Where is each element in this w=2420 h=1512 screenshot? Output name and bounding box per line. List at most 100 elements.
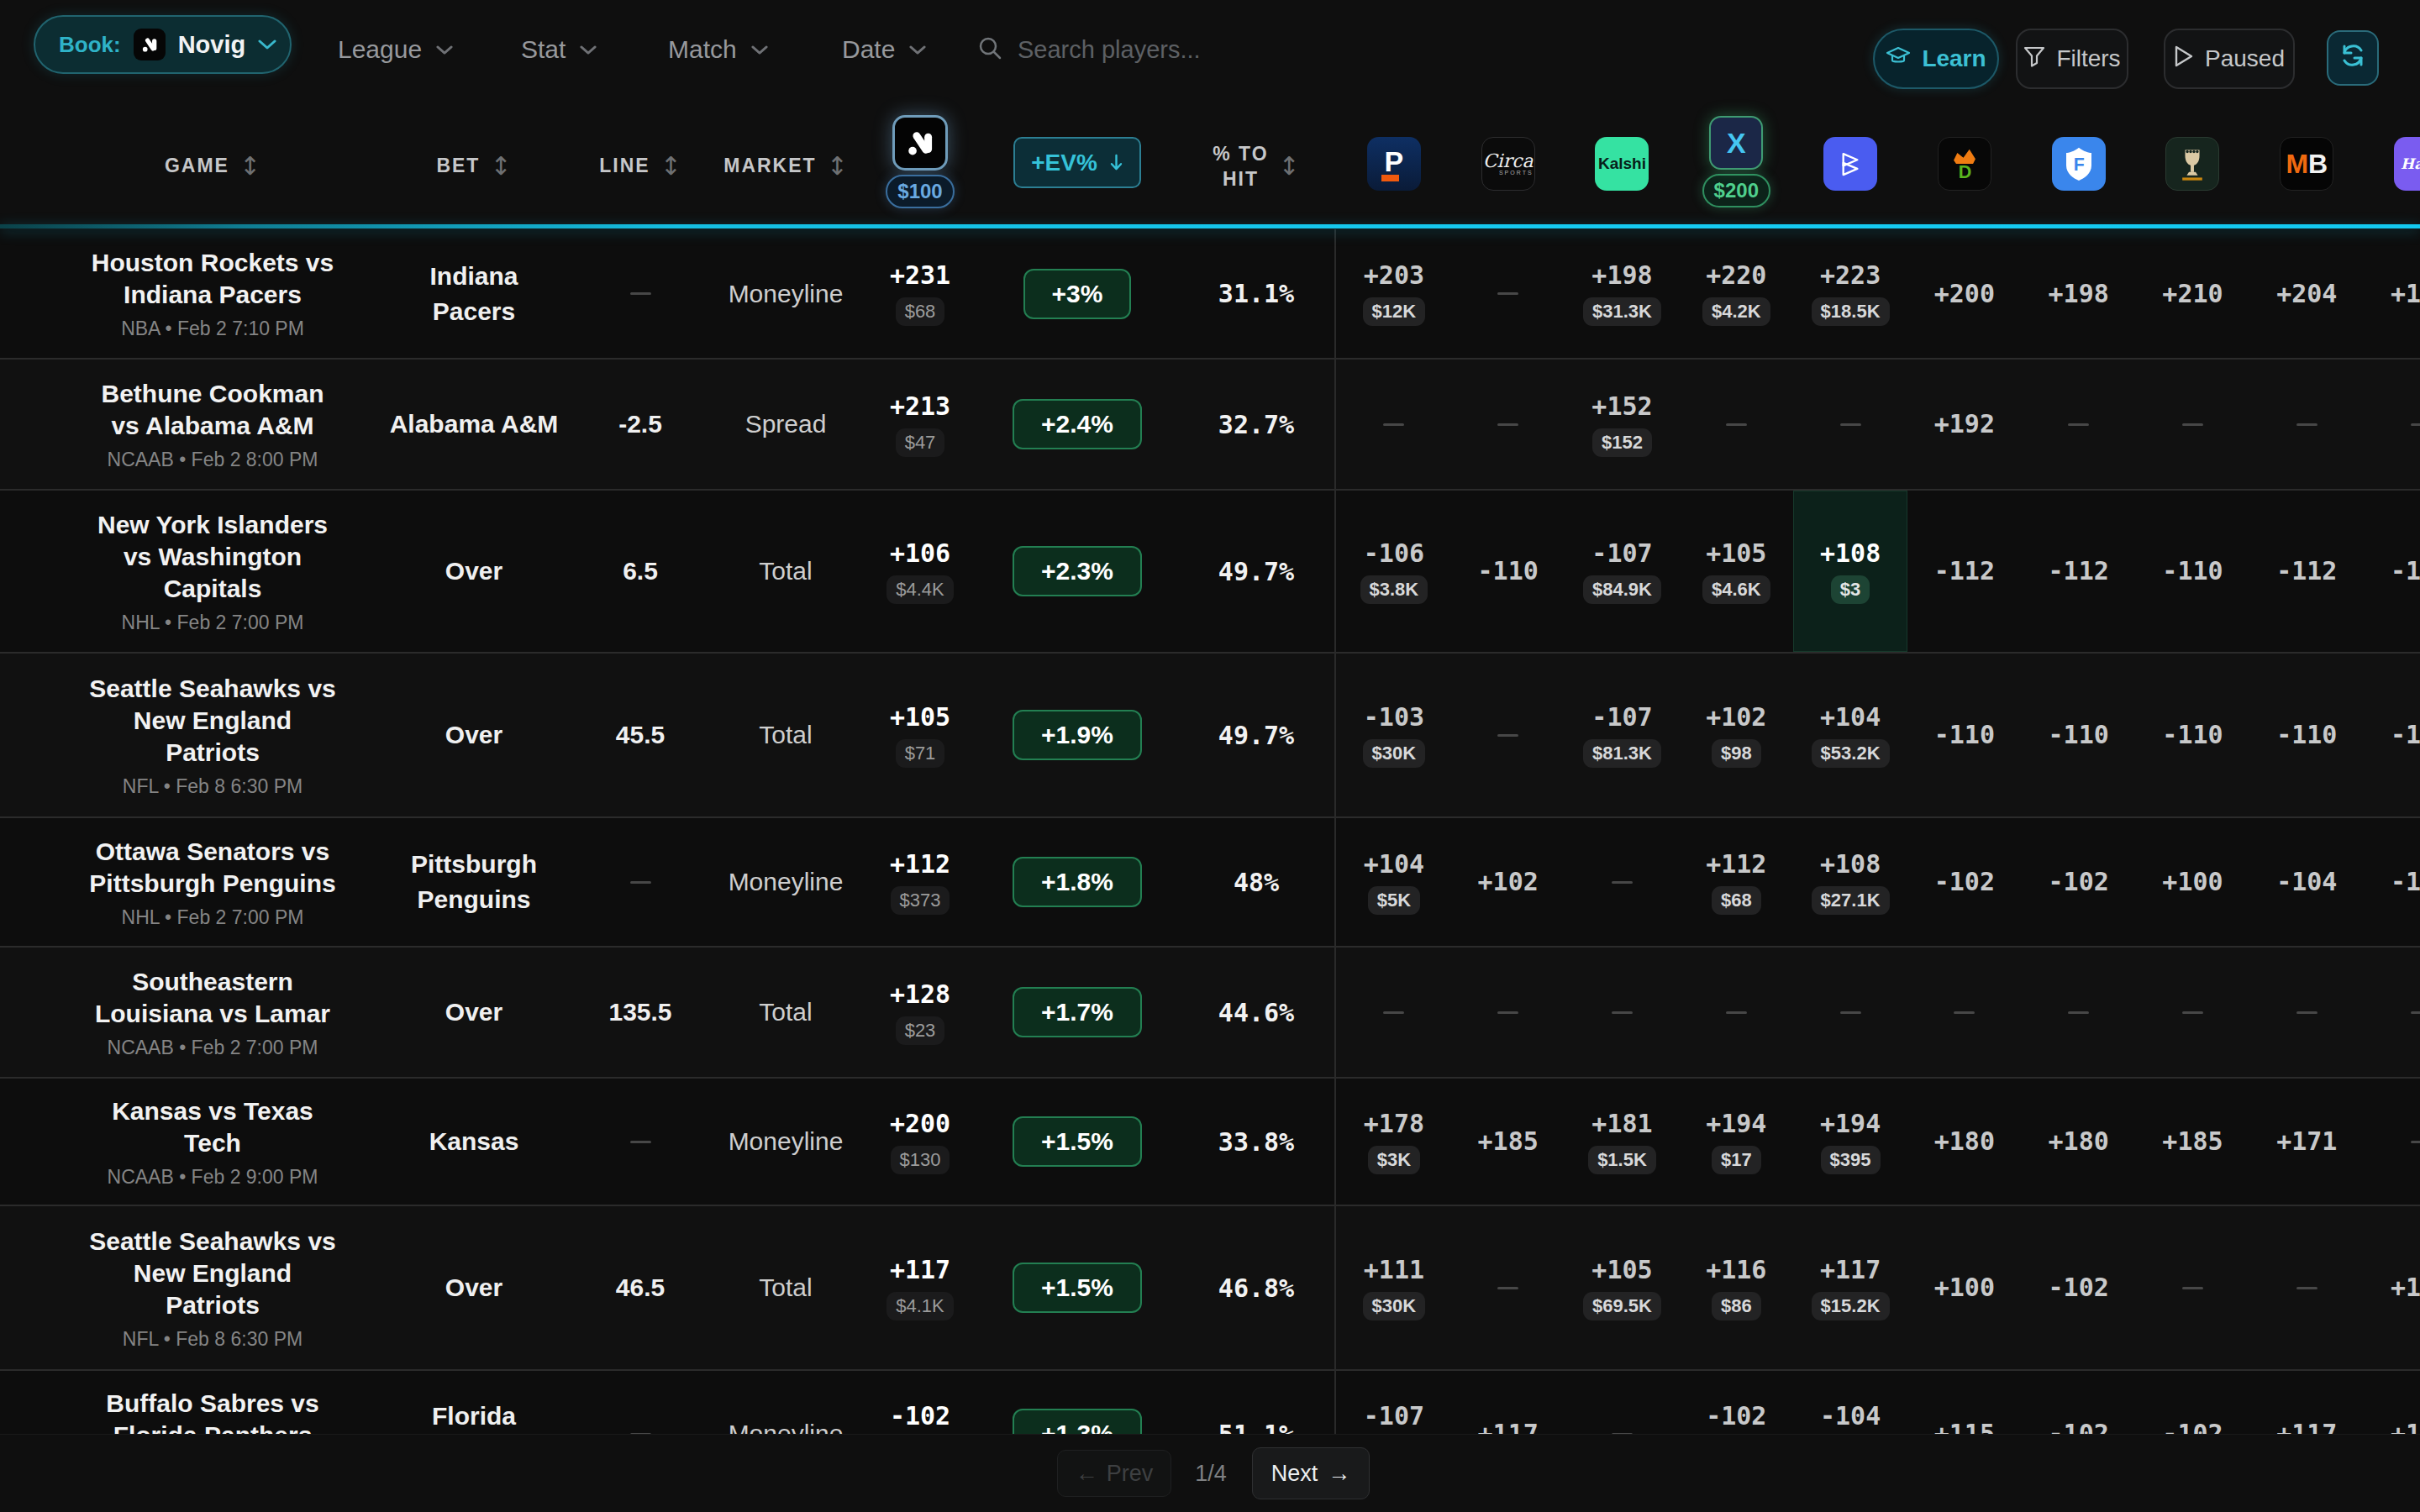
book-odds-cell[interactable]: -110 (2022, 654, 2136, 816)
book-odds-cell[interactable] (2136, 1206, 2250, 1369)
column-header-hit[interactable]: % TO HIT ↕ (1178, 99, 1334, 224)
game-cell[interactable]: Kansas vs TexasTech NCAAB • Feb 2 9:00 P… (0, 1079, 375, 1205)
book-odds-cell[interactable]: -112 (2022, 491, 2136, 652)
book-odds-cell[interactable]: +180 (1907, 1079, 2022, 1205)
prizepicks-book-icon[interactable]: P (1367, 137, 1421, 191)
x-book-icon[interactable]: X (1709, 116, 1763, 170)
book-odds-cell[interactable]: +112$68 (1679, 818, 1793, 946)
book-odds-cell[interactable]: -103$30K (1337, 654, 1451, 816)
book-odds-cell[interactable] (1793, 948, 1907, 1077)
book-odds-cell[interactable]: +102$98 (1679, 654, 1793, 816)
book-odds-cell[interactable]: +198 (2364, 229, 2420, 358)
book-odds-cell[interactable]: +192 (1907, 360, 2022, 489)
book-odds-cell[interactable] (2022, 360, 2136, 489)
book-odds-cell[interactable]: -102 (2022, 1206, 2136, 1369)
hardrock-book-icon[interactable]: Hard (2394, 137, 2420, 191)
book-odds-cell[interactable] (1565, 818, 1680, 946)
book-odds-cell[interactable]: +203$12K (1337, 229, 1451, 358)
book-odds-cell[interactable]: -107$81.3K (1565, 654, 1680, 816)
kalshi-book-icon[interactable]: Kalshi (1595, 137, 1649, 191)
book-odds-cell[interactable] (1565, 948, 1680, 1077)
book-odds-cell[interactable]: +181$1.5K (1565, 1079, 1680, 1205)
book-odds-cell[interactable]: +194$395 (1793, 1079, 1907, 1205)
novig-odds-cell[interactable]: +106 $4.4K (864, 491, 976, 652)
book-odds-cell[interactable]: -110 (1451, 491, 1565, 652)
draftkings-book-icon[interactable]: D (1938, 137, 1991, 191)
paused-button[interactable]: Paused (2164, 29, 2295, 89)
book-odds-cell[interactable]: +200 (1907, 229, 2022, 358)
book-odds-cell[interactable] (1451, 654, 1565, 816)
book-odds-cell[interactable]: +185 (2136, 1079, 2250, 1205)
book-odds-cell[interactable]: +210 (2136, 229, 2250, 358)
chalice-book-icon[interactable] (2165, 137, 2219, 191)
book-odds-cell[interactable]: +100 (2364, 1206, 2420, 1369)
fanduel-book-icon[interactable]: F (2052, 137, 2106, 191)
mb-book-icon[interactable]: MB (2280, 137, 2333, 191)
book-odds-cell[interactable] (1337, 948, 1451, 1077)
book-odds-cell[interactable]: -104 (2364, 818, 2420, 946)
book-odds-cell[interactable]: +108$27.1K (1793, 818, 1907, 946)
novig-odds-cell[interactable]: +200 $130 (864, 1079, 976, 1205)
book-odds-cell[interactable]: +108$3 (1793, 491, 1907, 652)
book-odds-cell[interactable]: -112 (1907, 491, 2022, 652)
game-cell[interactable]: Seattle Seahawks vsNew EnglandPatriots N… (0, 1206, 375, 1369)
game-cell[interactable]: Seattle Seahawks vsNew EnglandPatriots N… (0, 654, 375, 816)
filters-button[interactable]: Filters (2016, 29, 2128, 89)
book-odds-cell[interactable]: +198$31.3K (1565, 229, 1680, 358)
novig-odds-cell[interactable]: +117 $4.1K (864, 1206, 976, 1369)
book-odds-cell[interactable]: -104 (2249, 818, 2364, 946)
book-odds-cell[interactable]: +111$30K (1337, 1206, 1451, 1369)
refresh-button[interactable] (2327, 30, 2379, 86)
book-odds-cell[interactable] (1793, 360, 1907, 489)
column-header-line[interactable]: LINE ↕ (573, 99, 708, 224)
book-odds-cell[interactable]: +117$15.2K (1793, 1206, 1907, 1369)
game-cell[interactable]: Ottawa Senators vsPittsburgh Penguins NH… (0, 818, 375, 946)
book-odds-cell[interactable] (2136, 948, 2250, 1077)
book-odds-cell[interactable]: +180 (2022, 1079, 2136, 1205)
book-odds-cell[interactable] (1679, 948, 1793, 1077)
novig-odds-cell[interactable]: +112 $373 (864, 818, 976, 946)
circa-book-icon[interactable]: CircaSPORTS (1481, 137, 1535, 191)
nav-dropdown-stat[interactable]: Stat (521, 0, 597, 99)
column-header-game[interactable]: GAME ↕ (0, 99, 375, 224)
book-odds-cell[interactable]: +194$17 (1679, 1079, 1793, 1205)
game-cell[interactable]: New York Islandersvs WashingtonCapitals … (0, 491, 375, 652)
book-odds-cell[interactable]: -110 (2136, 654, 2250, 816)
book-odds-cell[interactable] (1679, 360, 1793, 489)
novig-odds-cell[interactable]: +105 $71 (864, 654, 976, 816)
book-odds-cell[interactable]: -112 (2249, 491, 2364, 652)
book-odds-cell[interactable]: +178$3K (1337, 1079, 1451, 1205)
book-odds-cell[interactable]: -102 (1907, 818, 2022, 946)
book-odds-cell[interactable]: -107$84.9K (1565, 491, 1680, 652)
book-odds-cell[interactable] (1337, 360, 1451, 489)
game-cell[interactable]: SoutheasternLouisiana vs Lamar NCAAB • F… (0, 948, 375, 1077)
book-odds-cell[interactable] (1451, 360, 1565, 489)
rebet-book-icon[interactable] (1823, 137, 1877, 191)
book-odds-cell[interactable] (2249, 1206, 2364, 1369)
prev-page-button[interactable]: ← Prev (1057, 1450, 1171, 1497)
game-cell[interactable]: Bethune Cookmanvs Alabama A&M NCAAB • Fe… (0, 360, 375, 489)
nav-dropdown-match[interactable]: Match (668, 0, 768, 99)
book-odds-cell[interactable]: -110 (1907, 654, 2022, 816)
book-odds-cell[interactable] (2249, 948, 2364, 1077)
novig-odds-cell[interactable]: +128 $23 (864, 948, 976, 1077)
book-odds-cell[interactable] (1451, 948, 1565, 1077)
ev-sort-button[interactable]: +EV% (1013, 137, 1141, 188)
learn-button[interactable]: Learn (1873, 29, 1999, 89)
novig-odds-cell[interactable]: +231 $68 (864, 229, 976, 358)
book-odds-cell[interactable] (2364, 1079, 2420, 1205)
book-odds-cell[interactable]: +105$4.6K (1679, 491, 1793, 652)
book-odds-cell[interactable]: +116$86 (1679, 1206, 1793, 1369)
book-odds-cell[interactable]: -112 (2364, 491, 2420, 652)
book-odds-cell[interactable]: +220$4.2K (1679, 229, 1793, 358)
book-odds-cell[interactable] (1451, 1206, 1565, 1369)
book-odds-cell[interactable]: +102 (1451, 818, 1565, 946)
book-odds-cell[interactable]: -110 (2364, 654, 2420, 816)
next-page-button[interactable]: Next → (1252, 1447, 1370, 1499)
book-odds-cell[interactable]: +171 (2249, 1079, 2364, 1205)
book-odds-cell[interactable]: +223$18.5K (1793, 229, 1907, 358)
book-odds-cell[interactable]: +100 (1907, 1206, 2022, 1369)
book-odds-cell[interactable] (2364, 360, 2420, 489)
book-odds-cell[interactable] (2249, 360, 2364, 489)
book-odds-cell[interactable]: +104$53.2K (1793, 654, 1907, 816)
